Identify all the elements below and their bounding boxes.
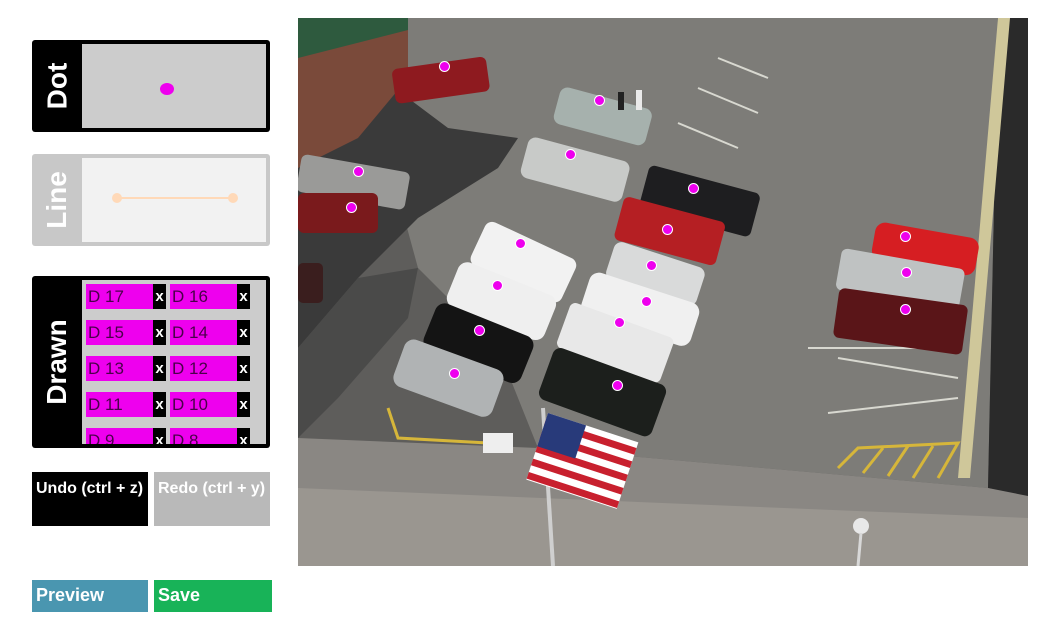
dot-tool-label-wrap: Dot	[32, 40, 82, 132]
remove-drawn-button[interactable]: x	[237, 392, 250, 417]
drawn-item-label: D 14	[172, 323, 208, 342]
remove-drawn-button[interactable]: x	[153, 428, 166, 444]
dot-tool-label: Dot	[41, 62, 72, 110]
dot-marker[interactable]	[641, 296, 652, 307]
preview-button[interactable]: Preview	[32, 580, 148, 612]
drawn-item-label: D 17	[88, 287, 124, 306]
drawn-item[interactable]: D 15 x	[86, 320, 166, 345]
dot-marker[interactable]	[900, 304, 911, 315]
undo-button[interactable]: Undo (ctrl + z)	[32, 472, 148, 526]
dot-marker[interactable]	[662, 224, 673, 235]
annotation-canvas[interactable]	[298, 18, 1028, 566]
dot-marker[interactable]	[901, 267, 912, 278]
dot-marker[interactable]	[449, 368, 460, 379]
dot-marker[interactable]	[646, 260, 657, 271]
dot-icon	[160, 83, 174, 95]
dot-marker[interactable]	[594, 95, 605, 106]
dot-marker[interactable]	[612, 380, 623, 391]
dot-marker[interactable]	[900, 231, 911, 242]
drawn-item-label: D 11	[88, 395, 123, 414]
line-endpoint-end-icon	[228, 193, 238, 203]
remove-drawn-button[interactable]: x	[237, 356, 250, 381]
drawn-item[interactable]: D 10 x	[170, 392, 250, 417]
drawn-list[interactable]: D 17 x D 16 x D 15 x D 14 x D 13 x D 12 x D 11…	[82, 280, 266, 444]
drawn-item-label: D 9	[88, 431, 115, 444]
save-button[interactable]: Save	[154, 580, 272, 612]
dot-marker[interactable]	[688, 183, 699, 194]
dot-tool[interactable]: Dot	[32, 40, 270, 132]
drawn-item[interactable]: D 13 x	[86, 356, 166, 381]
redo-button[interactable]: Redo (ctrl + y)	[154, 472, 270, 526]
drawn-item[interactable]: D 11 x	[86, 392, 166, 417]
drawn-item[interactable]: D 8 x	[170, 428, 250, 444]
line-tool-label: Line	[41, 171, 72, 229]
drawn-item-label: D 12	[172, 359, 208, 378]
drawn-item-label: D 13	[88, 359, 124, 378]
drawn-item-label: D 10	[172, 395, 208, 414]
dot-tool-preview	[82, 44, 266, 128]
dot-marker[interactable]	[474, 325, 485, 336]
line-icon	[117, 197, 234, 199]
remove-drawn-button[interactable]: x	[153, 284, 166, 309]
drawn-label-wrap: Drawn	[32, 276, 82, 448]
line-tool-preview	[82, 158, 266, 242]
line-tool-label-wrap: Line	[32, 154, 82, 246]
line-tool[interactable]: Line	[32, 154, 270, 246]
drawn-item-label: D 16	[172, 287, 208, 306]
dot-marker[interactable]	[515, 238, 526, 249]
dot-marker[interactable]	[346, 202, 357, 213]
drawn-panel: Drawn D 17 x D 16 x D 15 x D 14 x D 13 x D 12…	[32, 276, 270, 448]
drawn-item-label: D 8	[172, 431, 199, 444]
drawn-item[interactable]: D 14 x	[170, 320, 250, 345]
line-endpoint-start-icon	[112, 193, 122, 203]
remove-drawn-button[interactable]: x	[237, 428, 250, 444]
remove-drawn-button[interactable]: x	[237, 320, 250, 345]
parking-lot-photo	[298, 18, 1028, 566]
drawn-label: Drawn	[41, 319, 73, 405]
remove-drawn-button[interactable]: x	[237, 284, 250, 309]
dot-marker[interactable]	[439, 61, 450, 72]
dot-marker[interactable]	[492, 280, 503, 291]
drawn-item-label: D 15	[88, 323, 124, 342]
drawn-item[interactable]: D 17 x	[86, 284, 166, 309]
drawn-grid: D 17 x D 16 x D 15 x D 14 x D 13 x D 12 x D 11…	[86, 284, 256, 444]
dot-marker[interactable]	[353, 166, 364, 177]
remove-drawn-button[interactable]: x	[153, 356, 166, 381]
drawn-item[interactable]: D 9 x	[86, 428, 166, 444]
drawn-item[interactable]: D 16 x	[170, 284, 250, 309]
remove-drawn-button[interactable]: x	[153, 392, 166, 417]
drawn-item[interactable]: D 12 x	[170, 356, 250, 381]
dot-marker[interactable]	[565, 149, 576, 160]
remove-drawn-button[interactable]: x	[153, 320, 166, 345]
dot-marker[interactable]	[614, 317, 625, 328]
